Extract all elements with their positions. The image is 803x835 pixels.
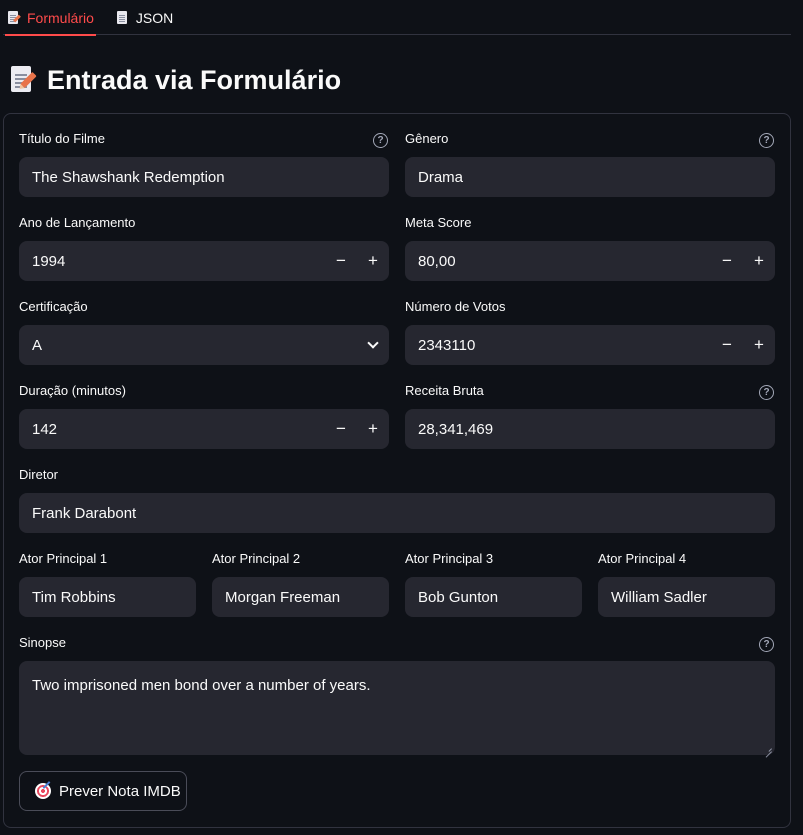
help-icon[interactable]: ? (373, 133, 388, 148)
increment-button[interactable]: + (357, 409, 389, 449)
receita-label: Receita Bruta (405, 383, 484, 398)
tab-json[interactable]: JSON (114, 0, 175, 35)
ano-label: Ano de Lançamento (19, 215, 136, 230)
prever-nota-button[interactable]: Prever Nota IMDB (19, 771, 187, 811)
tab-formulario[interactable]: Formulário (5, 0, 96, 36)
sinopse-label: Sinopse (19, 635, 66, 650)
meta-score-label: Meta Score (405, 215, 472, 230)
diretor-input[interactable]: Frank Darabont (19, 493, 775, 533)
help-icon[interactable]: ? (759, 637, 774, 652)
genero-value: Drama (418, 168, 464, 186)
increment-button[interactable]: + (743, 241, 775, 281)
decrement-button[interactable]: − (711, 241, 743, 281)
votos-label: Número de Votos (405, 299, 506, 314)
receita-value: 28,341,469 (418, 420, 494, 438)
ator4-label: Ator Principal 4 (598, 551, 687, 566)
votos-value: 2343110 (418, 336, 476, 354)
target-icon (35, 783, 51, 799)
titulo-input[interactable]: The Shawshank Redemption (19, 157, 389, 197)
duracao-value: 142 (32, 420, 58, 438)
memo-icon (7, 10, 21, 25)
sinopse-value: Two imprisoned men bond over a number of… (32, 677, 371, 694)
sinopse-textarea[interactable]: Two imprisoned men bond over a number of… (19, 661, 775, 755)
tab-bar: Formulário JSON (3, 0, 791, 36)
ator1-value: Tim Robbins (32, 588, 116, 606)
certificacao-label: Certificação (19, 299, 88, 314)
genero-label: Gênero (405, 131, 449, 146)
resize-handle-icon[interactable] (765, 745, 772, 752)
ator2-value: Morgan Freeman (225, 588, 341, 606)
ator2-label: Ator Principal 2 (212, 551, 301, 566)
tab-label: Formulário (27, 9, 94, 26)
prever-nota-label: Prever Nota IMDB (59, 782, 181, 800)
document-icon (116, 10, 129, 25)
increment-button[interactable]: + (357, 241, 389, 281)
certificacao-value: A (32, 336, 43, 354)
duracao-label: Duração (minutos) (19, 383, 126, 398)
memo-icon (9, 65, 37, 95)
votos-number-input[interactable]: 2343110 − + (405, 325, 775, 365)
help-icon[interactable]: ? (759, 133, 774, 148)
titulo-value: The Shawshank Redemption (32, 168, 225, 186)
meta-score-value: 80,00 (418, 252, 456, 270)
ator4-value: William Sadler (611, 588, 707, 606)
receita-input[interactable]: 28,341,469 (405, 409, 775, 449)
duracao-number-input[interactable]: 142 − + (19, 409, 389, 449)
decrement-button[interactable]: − (711, 325, 743, 365)
tab-label: JSON (135, 9, 174, 26)
decrement-button[interactable]: − (325, 409, 357, 449)
titulo-label: Título do Filme (19, 131, 105, 146)
diretor-value: Frank Darabont (32, 504, 137, 522)
page-header: Entrada via Formulário (9, 62, 341, 98)
ator1-input[interactable]: Tim Robbins (19, 577, 196, 617)
certificacao-select[interactable]: A (19, 325, 389, 365)
chevron-down-icon[interactable] (357, 325, 389, 365)
ator1-label: Ator Principal 1 (19, 551, 108, 566)
diretor-label: Diretor (19, 467, 59, 482)
ator3-label: Ator Principal 3 (405, 551, 494, 566)
increment-button[interactable]: + (743, 325, 775, 365)
ano-value: 1994 (32, 252, 66, 270)
help-icon[interactable]: ? (759, 385, 774, 400)
ator2-input[interactable]: Morgan Freeman (212, 577, 389, 617)
ano-number-input[interactable]: 1994 − + (19, 241, 389, 281)
meta-score-number-input[interactable]: 80,00 − + (405, 241, 775, 281)
page-title: Entrada via Formulário (47, 64, 342, 95)
ator3-value: Bob Gunton (418, 588, 499, 606)
genero-input[interactable]: Drama (405, 157, 775, 197)
decrement-button[interactable]: − (325, 241, 357, 281)
ator3-input[interactable]: Bob Gunton (405, 577, 582, 617)
ator4-input[interactable]: William Sadler (598, 577, 775, 617)
